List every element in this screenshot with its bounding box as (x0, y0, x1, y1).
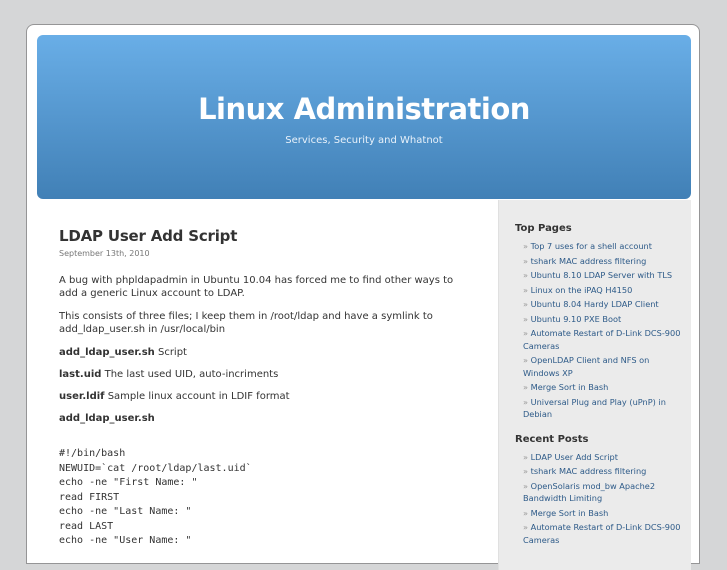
code-heading-text: add_ldap_user.sh (59, 413, 155, 424)
recent-post-link[interactable]: Automate Restart of D-Link DCS-900 Camer… (523, 522, 680, 545)
site-header: Linux Administration Services, Security … (37, 35, 691, 199)
code-line: read LAST (59, 520, 114, 532)
top-page-link[interactable]: Ubuntu 8.04 Hardy LDAP Client (531, 299, 659, 309)
code-line: echo -ne "Last Name: " (59, 506, 192, 517)
top-page-link[interactable]: Automate Restart of D-Link DCS-900 Camer… (523, 328, 680, 351)
top-page-link[interactable]: Ubuntu 9.10 PXE Boot (531, 314, 622, 324)
code-line: NEWUID=`cat /root/ldap/last.uid` (59, 462, 252, 474)
recent-post-link[interactable]: tshark MAC address filtering (531, 466, 647, 476)
bullet-icon: » (523, 241, 529, 251)
recent-post-item: » Merge Sort in Bash (523, 507, 687, 520)
recent-post-item: » tshark MAC address filtering (523, 465, 687, 478)
recent-post-item: » LDAP User Add Script (523, 451, 687, 464)
top-page-item: » Ubuntu 8.04 Hardy LDAP Client (523, 298, 687, 311)
top-page-link[interactable]: Ubuntu 8.10 LDAP Server with TLS (531, 270, 672, 280)
bullet-icon: » (523, 522, 529, 532)
bullet-icon: » (523, 313, 529, 324)
top-page-link[interactable]: Merge Sort in Bash (531, 382, 609, 392)
top-page-item: » OpenLDAP Client and NFS on Windows XP (523, 354, 687, 379)
file-name: add_ldap_user.sh (59, 347, 155, 358)
top-page-item: » Ubuntu 8.10 LDAP Server with TLS (523, 269, 687, 282)
bullet-icon: » (523, 480, 529, 491)
top-page-item: » Automate Restart of D-Link DCS-900 Cam… (523, 327, 687, 352)
top-page-link[interactable]: Universal Plug and Play (uPnP) in Debian (523, 397, 666, 420)
top-page-item: » Universal Plug and Play (uPnP) in Debi… (523, 396, 687, 421)
file-item: add_ldap_user.sh Script (59, 346, 469, 359)
recent-posts-heading: Recent Posts (515, 433, 589, 445)
bullet-icon: » (523, 270, 529, 280)
top-pages-list: » Top 7 uses for a shell account » tshar… (515, 240, 687, 421)
bullet-icon: » (523, 328, 529, 338)
bullet-icon: » (523, 299, 529, 309)
recent-post-link[interactable]: Merge Sort in Bash (531, 508, 609, 518)
bullet-icon: » (523, 255, 529, 266)
top-page-link[interactable]: Top 7 uses for a shell account (531, 241, 652, 251)
page-wrapper: Linux Administration Services, Security … (26, 24, 700, 570)
top-pages-widget: Top Pages » Top 7 uses for a shell accou… (515, 223, 687, 548)
bullet-icon: » (523, 382, 529, 392)
top-page-link[interactable]: OpenLDAP Client and NFS on Windows XP (523, 355, 649, 378)
top-page-item: » Top 7 uses for a shell account (523, 240, 687, 253)
file-desc: Sample linux account in LDIF format (104, 391, 290, 402)
code-line: read FIRST (59, 491, 120, 503)
top-page-link[interactable]: Linux on the iPAQ H4150 (531, 285, 633, 295)
file-desc: The last used UID, auto-incriments (101, 369, 279, 380)
bullet-icon: » (523, 451, 529, 462)
file-desc: Script (154, 347, 187, 358)
recent-posts-list: » LDAP User Add Script » tshark MAC addr… (515, 451, 687, 547)
bullet-icon: » (523, 396, 529, 407)
post-intro: A bug with phpldapadmin in Ubuntu 10.04 … (59, 275, 454, 299)
site-description: Services, Security and Whatnot (285, 135, 443, 146)
sidebar: Top Pages » Top 7 uses for a shell accou… (498, 200, 691, 570)
code-line: echo -ne "First Name: " (59, 477, 198, 488)
recent-post-item: » OpenSolaris mod_bw Apache2 Bandwidth L… (523, 480, 687, 505)
bullet-icon: » (523, 284, 529, 295)
top-page-item: » tshark MAC address filtering (523, 255, 687, 268)
code-line: #!/bin/bash (59, 448, 126, 459)
post-date: September 13th, 2010 (59, 249, 150, 258)
code-line: echo -ne "User Name: " (59, 535, 192, 546)
post-files-intro: This consists of three files; I keep the… (59, 311, 433, 335)
bullet-icon: » (523, 466, 529, 476)
site-title[interactable]: Linux Administration (37, 92, 691, 126)
recent-post-link[interactable]: LDAP User Add Script (531, 452, 618, 462)
bullet-icon: » (523, 355, 529, 365)
top-pages-heading: Top Pages (515, 223, 572, 234)
top-page-item: » Merge Sort in Bash (523, 381, 687, 394)
code-block: #!/bin/bash NEWUID=`cat /root/ldap/last.u… (59, 447, 469, 549)
recent-post-item: » Automate Restart of D-Link DCS-900 Cam… (523, 521, 687, 546)
top-page-item: » Ubuntu 9.10 PXE Boot (523, 313, 687, 326)
file-name: user.ldif (59, 391, 105, 402)
post-title[interactable]: LDAP User Add Script (59, 227, 469, 245)
file-name: last.uid (59, 369, 102, 380)
file-item: last.uid The last used UID, auto-incrime… (59, 368, 469, 381)
main-content: LDAP User Add Script September 13th, 201… (59, 227, 469, 549)
recent-post-link[interactable]: OpenSolaris mod_bw Apache2 Bandwidth Lim… (523, 481, 655, 504)
top-page-link[interactable]: tshark MAC address filtering (531, 256, 647, 266)
top-page-item: » Linux on the iPAQ H4150 (523, 284, 687, 297)
file-item: user.ldif Sample linux account in LDIF f… (59, 390, 469, 403)
bullet-icon: » (523, 507, 529, 518)
code-heading: add_ldap_user.sh (59, 412, 469, 425)
